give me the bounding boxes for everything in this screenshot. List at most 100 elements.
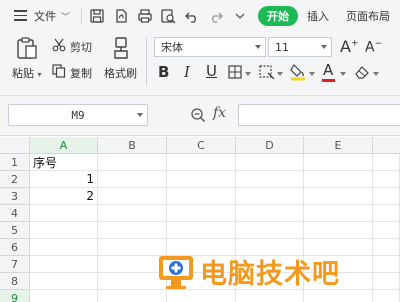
font-size-select[interactable]: 11: [268, 37, 332, 57]
format-painter-icon[interactable]: [110, 36, 132, 60]
print-preview-icon[interactable]: [160, 8, 176, 24]
paste-button[interactable]: 粘贴 ▾: [12, 65, 42, 81]
row-header[interactable]: 9: [0, 290, 30, 302]
print-icon[interactable]: [137, 8, 153, 24]
grid-cell[interactable]: [30, 239, 98, 256]
format-painter-button[interactable]: 格式刷: [104, 65, 137, 81]
grid-cell[interactable]: [304, 188, 373, 205]
grid-cell[interactable]: [98, 222, 167, 239]
row-header[interactable]: 4: [0, 205, 30, 222]
cell-style-icon[interactable]: [259, 64, 275, 80]
menu-icon[interactable]: [14, 10, 27, 22]
save-icon[interactable]: [89, 8, 105, 24]
row-header[interactable]: 8: [0, 273, 30, 290]
grid-cell[interactable]: [304, 171, 373, 188]
grid-cell[interactable]: [236, 222, 304, 239]
column-header-f[interactable]: [373, 137, 400, 154]
row-header[interactable]: 7: [0, 256, 30, 273]
computer-logo-icon: [159, 256, 193, 289]
row-header[interactable]: 5: [0, 222, 30, 239]
grid-cell[interactable]: [98, 205, 167, 222]
grid-cell[interactable]: [304, 205, 373, 222]
grid-cell[interactable]: [30, 205, 98, 222]
fill-color-icon[interactable]: [290, 63, 306, 81]
grid-cell[interactable]: [167, 154, 236, 171]
export-pdf-icon[interactable]: [113, 8, 129, 24]
tab-start[interactable]: 开始: [258, 6, 298, 26]
grid-cell[interactable]: [30, 256, 98, 273]
name-box[interactable]: M9: [8, 104, 148, 126]
name-box-value: M9: [71, 108, 85, 122]
formula-bar: M9 fx: [0, 96, 400, 136]
cell-a3[interactable]: 2: [30, 188, 98, 205]
grid-cell[interactable]: [373, 205, 400, 222]
cell-a1[interactable]: 序号: [30, 154, 98, 171]
paste-icon[interactable]: [16, 36, 38, 60]
chevron-down-icon[interactable]: [340, 72, 346, 76]
column-header-d[interactable]: D: [236, 137, 304, 154]
grid-cell[interactable]: [167, 222, 236, 239]
font-color-swatch: [322, 79, 335, 82]
column-header-b[interactable]: B: [98, 137, 167, 154]
borders-icon[interactable]: [228, 65, 242, 79]
row-header[interactable]: 3: [0, 188, 30, 205]
row-header[interactable]: 2: [0, 171, 30, 188]
chevron-down-icon[interactable]: [373, 72, 379, 76]
column-header-e[interactable]: E: [304, 137, 373, 154]
row-header[interactable]: 6: [0, 239, 30, 256]
zoom-icon[interactable]: [190, 107, 206, 123]
function-icon[interactable]: fx: [213, 105, 226, 121]
font-color-button[interactable]: A: [323, 61, 333, 79]
grow-font-button[interactable]: A+: [340, 37, 359, 56]
file-menu-label: 文件: [34, 10, 56, 23]
grid-cell[interactable]: [236, 154, 304, 171]
grid-cell[interactable]: [304, 154, 373, 171]
column-header-c[interactable]: C: [167, 137, 236, 154]
grid-cell[interactable]: [30, 222, 98, 239]
grid-cell[interactable]: [167, 171, 236, 188]
row-header[interactable]: 1: [0, 154, 30, 171]
grid-cell[interactable]: [167, 205, 236, 222]
grid-cell[interactable]: [98, 188, 167, 205]
column-header-a[interactable]: A: [30, 137, 98, 154]
cell-a2[interactable]: 1: [30, 171, 98, 188]
eraser-icon[interactable]: [354, 64, 370, 80]
grid-cell[interactable]: [373, 188, 400, 205]
grid-cell[interactable]: [304, 222, 373, 239]
copy-button[interactable]: 复制: [70, 65, 92, 81]
chevron-down-icon[interactable]: [245, 72, 251, 76]
menu-bar: 文件 ﹀ 开始 插入 页面布局: [0, 0, 400, 32]
grid-cell[interactable]: [98, 154, 167, 171]
chevron-down-icon: ▾: [37, 70, 42, 79]
cut-icon[interactable]: [52, 38, 66, 52]
underline-button[interactable]: U: [206, 62, 217, 80]
bold-button[interactable]: B: [158, 63, 169, 81]
ribbon-toolbar: 粘贴 ▾ 剪切 复制 格式刷 宋体 11 A+ A− B I U A: [0, 32, 400, 96]
grid-cell[interactable]: [98, 171, 167, 188]
grid-cell[interactable]: [30, 273, 98, 290]
shrink-font-glyph: A: [365, 39, 375, 56]
shrink-font-button[interactable]: A−: [365, 39, 382, 56]
chevron-down-icon[interactable]: [277, 72, 283, 76]
undo-icon[interactable]: [184, 8, 200, 24]
chevron-down-icon[interactable]: [232, 8, 248, 24]
redo-icon[interactable]: [208, 8, 224, 24]
grid-cell[interactable]: [167, 188, 236, 205]
grid-cell[interactable]: [373, 154, 400, 171]
font-name-select[interactable]: 宋体: [154, 37, 266, 57]
formula-input[interactable]: [238, 104, 400, 126]
cut-button[interactable]: 剪切: [70, 39, 92, 55]
grid-cell[interactable]: [30, 290, 98, 302]
tab-insert[interactable]: 插入: [307, 0, 329, 32]
grid-cell[interactable]: [236, 188, 304, 205]
grid-cell[interactable]: [236, 171, 304, 188]
grid-cell[interactable]: [373, 171, 400, 188]
tab-page-layout[interactable]: 页面布局: [346, 0, 390, 32]
grid-cell[interactable]: [373, 222, 400, 239]
chevron-down-icon[interactable]: [309, 72, 315, 76]
copy-icon[interactable]: [52, 64, 66, 78]
italic-button[interactable]: I: [184, 63, 190, 81]
grid-cell[interactable]: [236, 205, 304, 222]
select-all-corner[interactable]: [0, 137, 30, 154]
file-menu[interactable]: 文件 ﹀: [34, 0, 70, 32]
